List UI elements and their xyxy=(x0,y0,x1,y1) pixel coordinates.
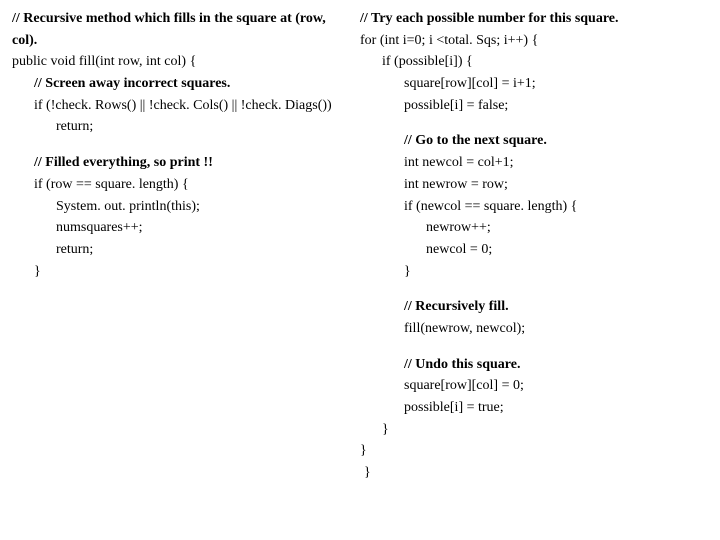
code-line: } xyxy=(360,261,708,283)
left-column: // Recursive method which fills in the s… xyxy=(12,8,342,484)
code-line: public void fill(int row, int col) { xyxy=(12,51,342,73)
code-line: if (newcol == square. length) { xyxy=(360,196,708,218)
comment-line: // Recursively fill. xyxy=(360,296,708,318)
code-slide: // Recursive method which fills in the s… xyxy=(12,8,708,484)
code-line: for (int i=0; i <total. Sqs; i++) { xyxy=(360,30,708,52)
code-line: return; xyxy=(12,239,342,261)
code-line: int newrow = row; xyxy=(360,174,708,196)
comment-line: // Recursive method which fills in the s… xyxy=(12,8,342,51)
right-column: // Try each possible number for this squ… xyxy=(360,8,708,484)
code-line: } xyxy=(360,440,708,462)
code-line: } xyxy=(12,261,342,283)
code-line: square[row][col] = 0; xyxy=(360,375,708,397)
code-line: newcol = 0; xyxy=(360,239,708,261)
code-line: possible[i] = false; xyxy=(360,95,708,117)
code-line: possible[i] = true; xyxy=(360,397,708,419)
code-line: fill(newrow, newcol); xyxy=(360,318,708,340)
code-line: if (row == square. length) { xyxy=(12,174,342,196)
code-line: numsquares++; xyxy=(12,217,342,239)
code-line: int newcol = col+1; xyxy=(360,152,708,174)
code-line: } xyxy=(360,419,708,441)
code-line: if (possible[i]) { xyxy=(360,51,708,73)
comment-line: // Try each possible number for this squ… xyxy=(360,8,708,30)
comment-line: // Undo this square. xyxy=(360,354,708,376)
code-line: if (!check. Rows() || !check. Cols() || … xyxy=(12,95,342,117)
code-line: newrow++; xyxy=(360,217,708,239)
code-line: } xyxy=(360,462,708,484)
code-line: square[row][col] = i+1; xyxy=(360,73,708,95)
code-line: return; xyxy=(12,116,342,138)
comment-line: // Go to the next square. xyxy=(360,130,708,152)
code-line: System. out. println(this); xyxy=(12,196,342,218)
comment-line: // Filled everything, so print !! xyxy=(12,152,342,174)
comment-line: // Screen away incorrect squares. xyxy=(12,73,342,95)
